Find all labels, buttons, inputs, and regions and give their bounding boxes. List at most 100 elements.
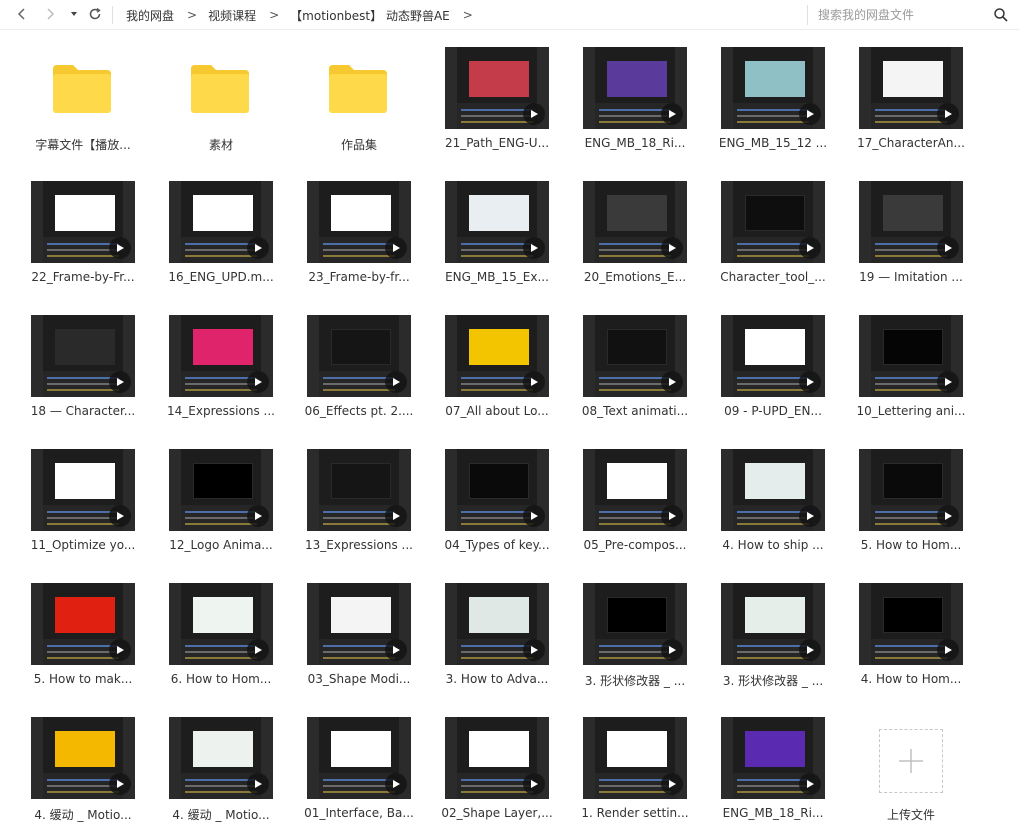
video-thumbnail (583, 47, 687, 129)
video-item[interactable]: 03_Shape Modi... (290, 581, 428, 699)
video-item[interactable]: 4. How to Hom... (842, 581, 980, 699)
play-icon[interactable] (247, 237, 269, 259)
play-icon[interactable] (661, 237, 683, 259)
video-item[interactable]: 02_Shape Layer,... (428, 715, 566, 833)
play-icon[interactable] (523, 505, 545, 527)
caret-down-icon[interactable] (64, 4, 84, 24)
play-icon[interactable] (937, 371, 959, 393)
video-item[interactable]: 4. 缓动 _ Motio... (152, 715, 290, 833)
play-icon[interactable] (937, 505, 959, 527)
video-item[interactable]: ENG_MB_18_Ri... (704, 715, 842, 833)
play-icon[interactable] (661, 371, 683, 393)
play-icon[interactable] (385, 773, 407, 795)
video-item[interactable]: 3. 形状修改器 _ ... (704, 581, 842, 699)
chevron-right-icon[interactable] (40, 4, 60, 24)
play-icon[interactable] (661, 103, 683, 125)
video-item[interactable]: ENG_MB_15_12 ... (704, 45, 842, 163)
video-item[interactable]: 23_Frame-by-fr... (290, 179, 428, 297)
file-name-label: 4. How to Hom... (860, 672, 962, 686)
file-name-label: 1. Render settin... (581, 806, 689, 820)
play-icon[interactable] (937, 103, 959, 125)
video-thumbnail (31, 315, 135, 397)
video-item[interactable]: 09 - P-UPD_EN... (704, 313, 842, 431)
video-item[interactable]: 07_All about Lo... (428, 313, 566, 431)
video-thumbnail (445, 583, 549, 665)
play-icon[interactable] (937, 639, 959, 661)
video-item[interactable]: 11_Optimize yo... (14, 447, 152, 565)
play-icon[interactable] (385, 237, 407, 259)
video-item[interactable]: 4. 缓动 _ Motio... (14, 715, 152, 833)
play-icon[interactable] (799, 773, 821, 795)
search-icon[interactable] (993, 7, 1009, 23)
video-item[interactable]: 10_Lettering ani... (842, 313, 980, 431)
breadcrumb-item-root[interactable]: 我的网盘 (126, 7, 174, 24)
play-icon[interactable] (109, 505, 131, 527)
file-name-label: ENG_MB_18_Ri... (584, 136, 686, 150)
video-item[interactable]: 18 — Character... (14, 313, 152, 431)
search-input[interactable] (818, 5, 988, 25)
video-item[interactable]: 08_Text animati... (566, 313, 704, 431)
play-icon[interactable] (799, 371, 821, 393)
video-item[interactable]: 4. How to ship ... (704, 447, 842, 565)
toolbar-divider (112, 6, 113, 24)
play-icon[interactable] (523, 103, 545, 125)
play-icon[interactable] (799, 103, 821, 125)
play-icon[interactable] (109, 371, 131, 393)
video-item[interactable]: 04_Types of key... (428, 447, 566, 565)
play-icon[interactable] (661, 505, 683, 527)
play-icon[interactable] (109, 237, 131, 259)
file-name-label: 07_All about Lo... (445, 404, 549, 418)
folder-item[interactable]: 字幕文件【播放... (14, 45, 152, 163)
video-item[interactable]: 16_ENG_UPD.m... (152, 179, 290, 297)
play-icon[interactable] (661, 639, 683, 661)
folder-item[interactable]: 素材 (152, 45, 290, 163)
play-icon[interactable] (385, 371, 407, 393)
play-icon[interactable] (799, 505, 821, 527)
chevron-left-icon[interactable] (12, 4, 32, 24)
video-item[interactable]: 1. Render settin... (566, 715, 704, 833)
video-item[interactable]: 01_Interface, Ba... (290, 715, 428, 833)
folder-item[interactable]: 作品集 (290, 45, 428, 163)
play-icon[interactable] (523, 237, 545, 259)
video-item[interactable]: 3. 形状修改器 _ ... (566, 581, 704, 699)
video-item[interactable]: 21_Path_ENG-U... (428, 45, 566, 163)
breadcrumb-item-courses[interactable]: 视频课程 (208, 7, 256, 24)
video-item[interactable]: 17_CharacterAn... (842, 45, 980, 163)
play-icon[interactable] (109, 773, 131, 795)
video-item[interactable]: 20_Emotions_E... (566, 179, 704, 297)
video-item[interactable]: 06_Effects pt. 2.... (290, 313, 428, 431)
play-icon[interactable] (523, 773, 545, 795)
video-item[interactable]: 13_Expressions ... (290, 447, 428, 565)
video-item[interactable]: 6. How to Hom... (152, 581, 290, 699)
video-item[interactable]: 19 — Imitation ... (842, 179, 980, 297)
video-item[interactable]: 05_Pre-compos... (566, 447, 704, 565)
refresh-icon[interactable] (85, 4, 105, 24)
play-icon[interactable] (247, 505, 269, 527)
play-icon[interactable] (799, 237, 821, 259)
play-icon[interactable] (385, 505, 407, 527)
video-item[interactable]: 22_Frame-by-Fr... (14, 179, 152, 297)
video-thumbnail (721, 717, 825, 799)
play-icon[interactable] (937, 237, 959, 259)
file-name-label: 23_Frame-by-fr... (308, 270, 410, 284)
video-item[interactable]: 14_Expressions ... (152, 313, 290, 431)
breadcrumb-item-current[interactable]: 【motionbest】 动态野兽AE (290, 7, 450, 24)
play-icon[interactable] (109, 639, 131, 661)
play-icon[interactable] (799, 639, 821, 661)
video-item[interactable]: 5. How to mak... (14, 581, 152, 699)
video-item[interactable]: ENG_MB_18_Ri... (566, 45, 704, 163)
video-item[interactable]: 5. How to Hom... (842, 447, 980, 565)
play-icon[interactable] (661, 773, 683, 795)
play-icon[interactable] (247, 371, 269, 393)
upload-file-button[interactable]: 上传文件 (842, 715, 980, 833)
video-item[interactable]: 3. How to Adva... (428, 581, 566, 699)
play-icon[interactable] (247, 773, 269, 795)
play-icon[interactable] (385, 639, 407, 661)
video-item[interactable]: ENG_MB_15_Ex... (428, 179, 566, 297)
play-icon[interactable] (247, 639, 269, 661)
video-thumbnail (445, 449, 549, 531)
video-item[interactable]: Character_tool_... (704, 179, 842, 297)
video-item[interactable]: 12_Logo Anima... (152, 447, 290, 565)
play-icon[interactable] (523, 371, 545, 393)
play-icon[interactable] (523, 639, 545, 661)
